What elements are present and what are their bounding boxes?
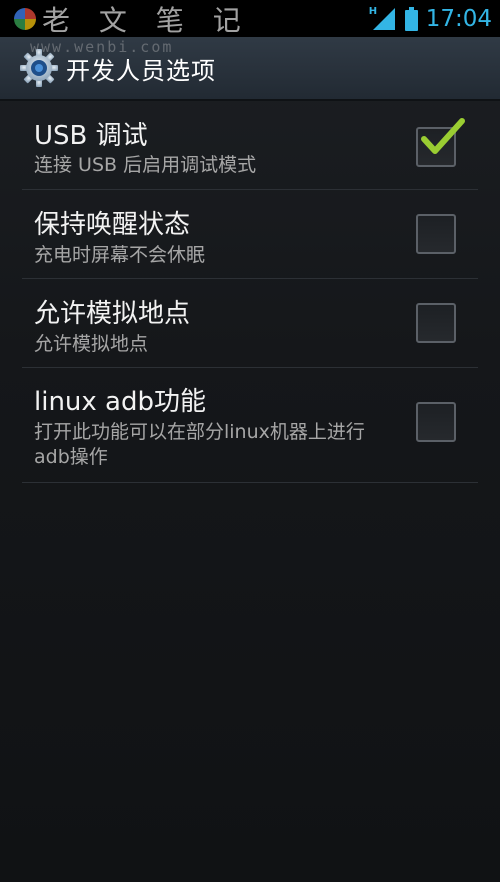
usb-debugging-checkbox[interactable]: [416, 118, 465, 167]
watermark-text: 老 文 笔 记: [42, 4, 251, 37]
status-icons: H 17:04: [368, 0, 492, 37]
battery-icon: [404, 6, 418, 31]
status-bar: 老 文 笔 记 H 17:04: [0, 0, 500, 37]
pref-summary: 打开此功能可以在部分linux机器上进行adb操作: [34, 421, 365, 468]
watermark-logo-icon: [14, 8, 36, 30]
pref-summary: 连接 USB 后启用调试模式: [34, 154, 257, 176]
pref-summary: 充电时屏幕不会休眠: [34, 244, 206, 266]
checkmark-icon: [421, 118, 465, 154]
status-clock: 17:04: [425, 5, 492, 32]
pref-title: linux adb功能: [34, 387, 206, 417]
pref-usb-debugging[interactable]: USB 调试 连接 USB 后启用调试模式: [22, 101, 478, 190]
developer-options-list: USB 调试 连接 USB 后启用调试模式 保持唤醒状态 充电时屏幕不会休眠 允…: [0, 101, 500, 483]
stay-awake-checkbox[interactable]: [416, 214, 456, 254]
mock-locations-checkbox[interactable]: [416, 303, 456, 343]
pref-title: 允许模拟地点: [34, 299, 191, 329]
network-type-label: H: [368, 5, 378, 17]
pref-title: USB 调试: [34, 121, 148, 151]
pref-summary: 允许模拟地点: [34, 333, 149, 355]
pref-title: 保持唤醒状态: [34, 210, 191, 240]
signal-strength-icon: H: [368, 5, 397, 32]
watermark-url: www.wenbi.com: [30, 38, 174, 56]
pref-mock-locations[interactable]: 允许模拟地点 允许模拟地点: [22, 279, 478, 368]
android-screen: 老 文 笔 记 H 17:04 www.wenbi.com 开发人员选项 USB…: [0, 0, 500, 882]
pref-stay-awake[interactable]: 保持唤醒状态 充电时屏幕不会休眠: [22, 190, 478, 279]
watermark: 老 文 笔 记: [14, 2, 251, 37]
pref-linux-adb[interactable]: linux adb功能 打开此功能可以在部分linux机器上进行adb操作: [22, 368, 478, 483]
linux-adb-checkbox[interactable]: [416, 402, 456, 442]
